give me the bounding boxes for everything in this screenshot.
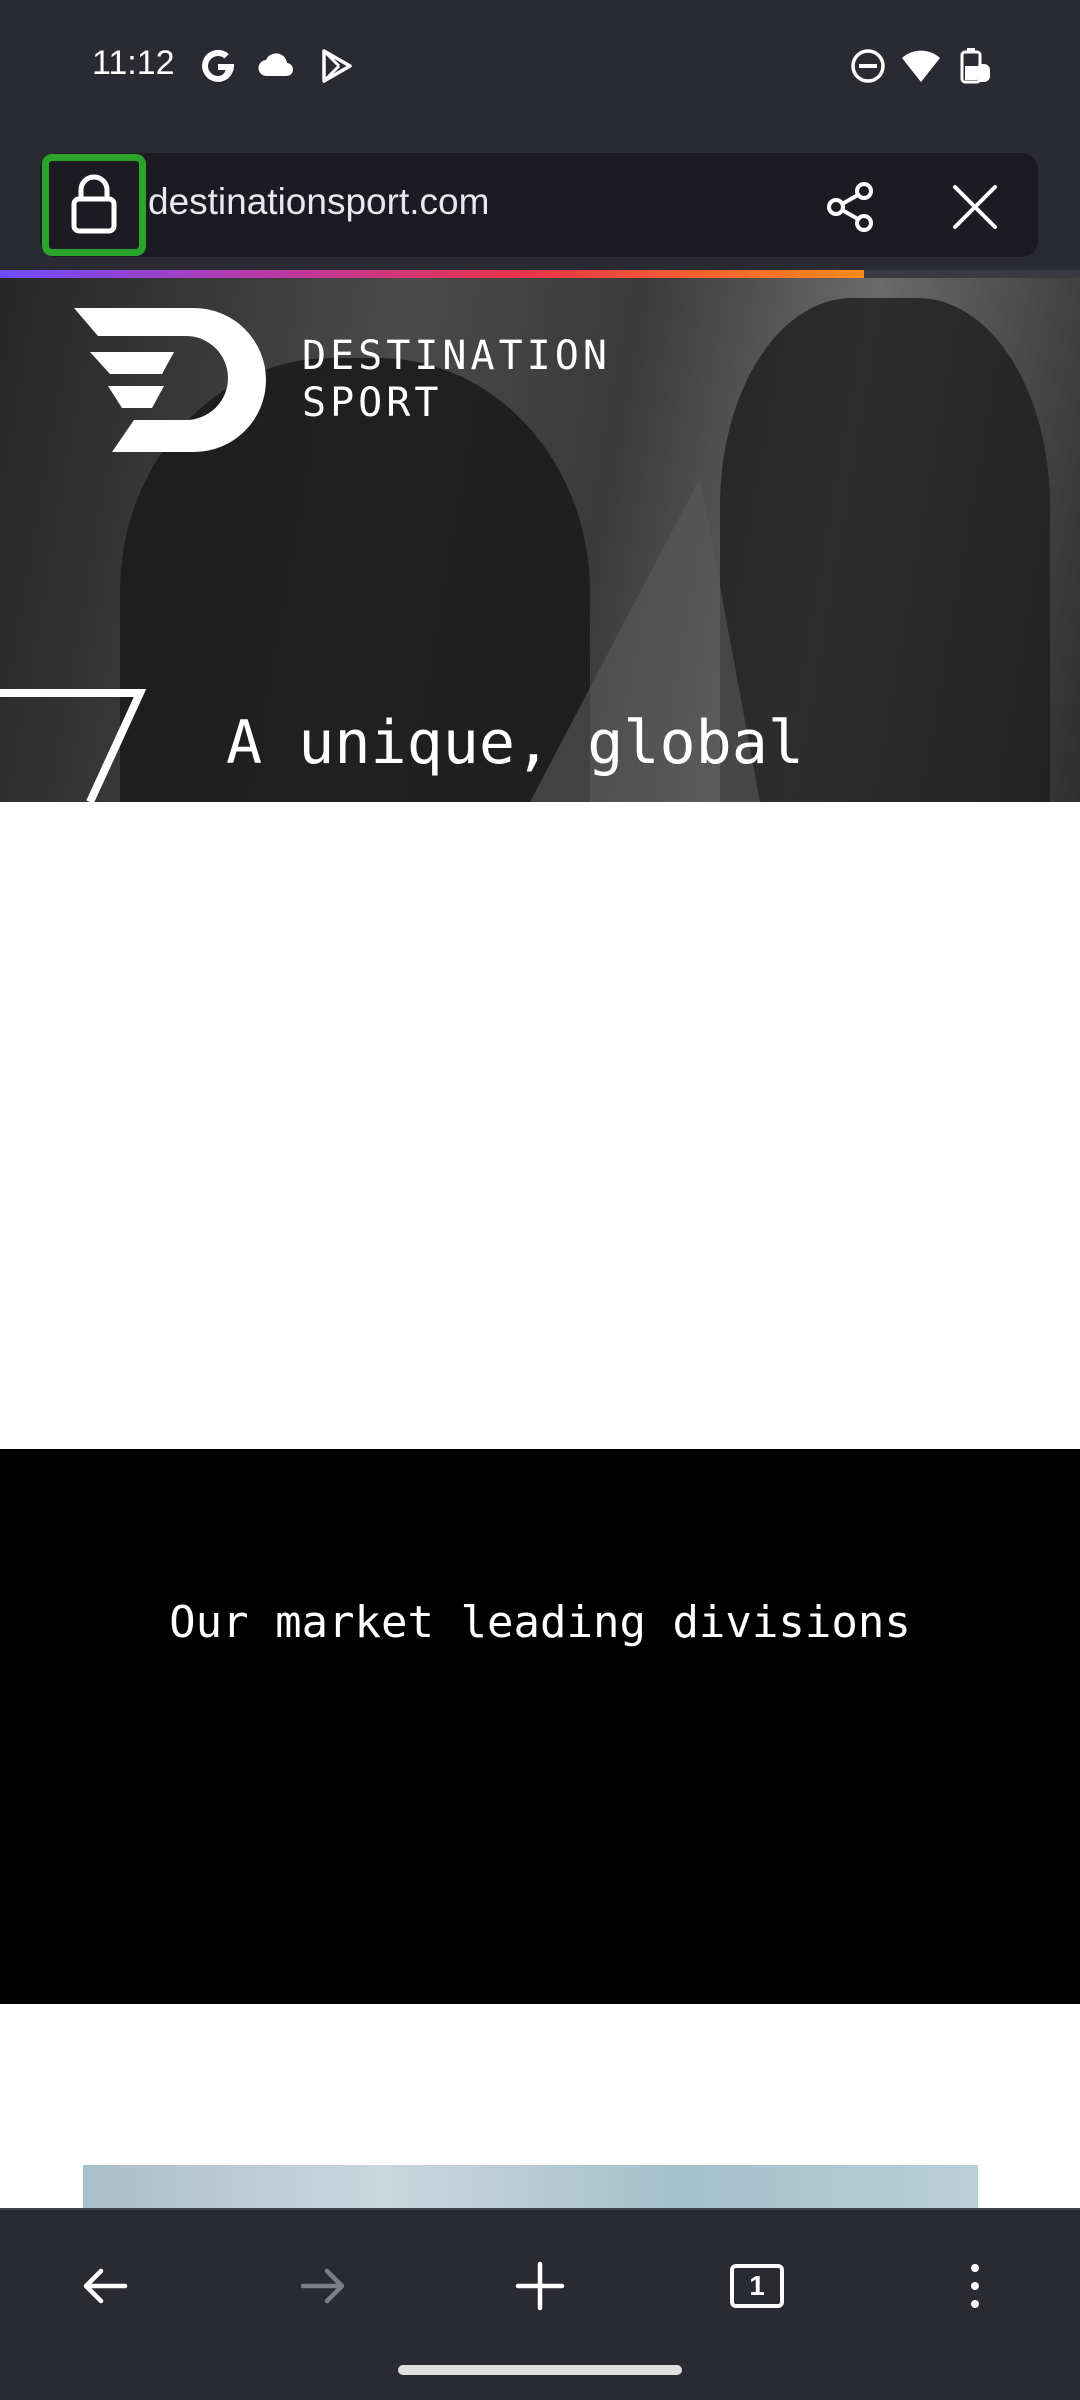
destination-sport-logo[interactable]	[74, 308, 274, 454]
home-indicator[interactable]	[398, 2365, 682, 2375]
lock-icon[interactable]	[42, 154, 146, 256]
hero-banner: DESTINATION SPORT A unique, global	[0, 278, 1080, 802]
content-blank-area	[0, 802, 1080, 1449]
wifi-icon	[900, 46, 940, 86]
url-text[interactable]: destinationsport.com	[148, 181, 489, 223]
forward-arrow-icon[interactable]	[283, 2246, 363, 2326]
battery-icon	[954, 46, 994, 86]
hero-headline: A unique, global	[226, 708, 804, 778]
division-image-card[interactable]	[83, 2165, 978, 2210]
dnd-icon	[848, 46, 888, 86]
page-load-progress	[0, 270, 864, 278]
back-arrow-icon[interactable]	[65, 2246, 145, 2326]
tab-counter-button[interactable]: 1	[717, 2246, 797, 2326]
close-icon[interactable]	[945, 177, 1005, 237]
cloud-icon	[256, 46, 296, 86]
more-vert-icon[interactable]	[935, 2246, 1015, 2326]
status-bar: 11:12	[0, 0, 1080, 135]
divisions-section: Our market leading divisions	[0, 1449, 1080, 2004]
brand-name-line1: DESTINATION	[302, 333, 611, 379]
google-icon	[198, 46, 238, 86]
play-store-icon	[316, 46, 356, 86]
plus-icon[interactable]	[500, 2246, 580, 2326]
status-time: 11:12	[92, 44, 175, 82]
tab-count: 1	[749, 2270, 765, 2301]
divisions-title: Our market leading divisions	[169, 1597, 911, 1648]
share-icon[interactable]	[820, 177, 880, 237]
brand-name-line2: SPORT	[302, 380, 443, 426]
